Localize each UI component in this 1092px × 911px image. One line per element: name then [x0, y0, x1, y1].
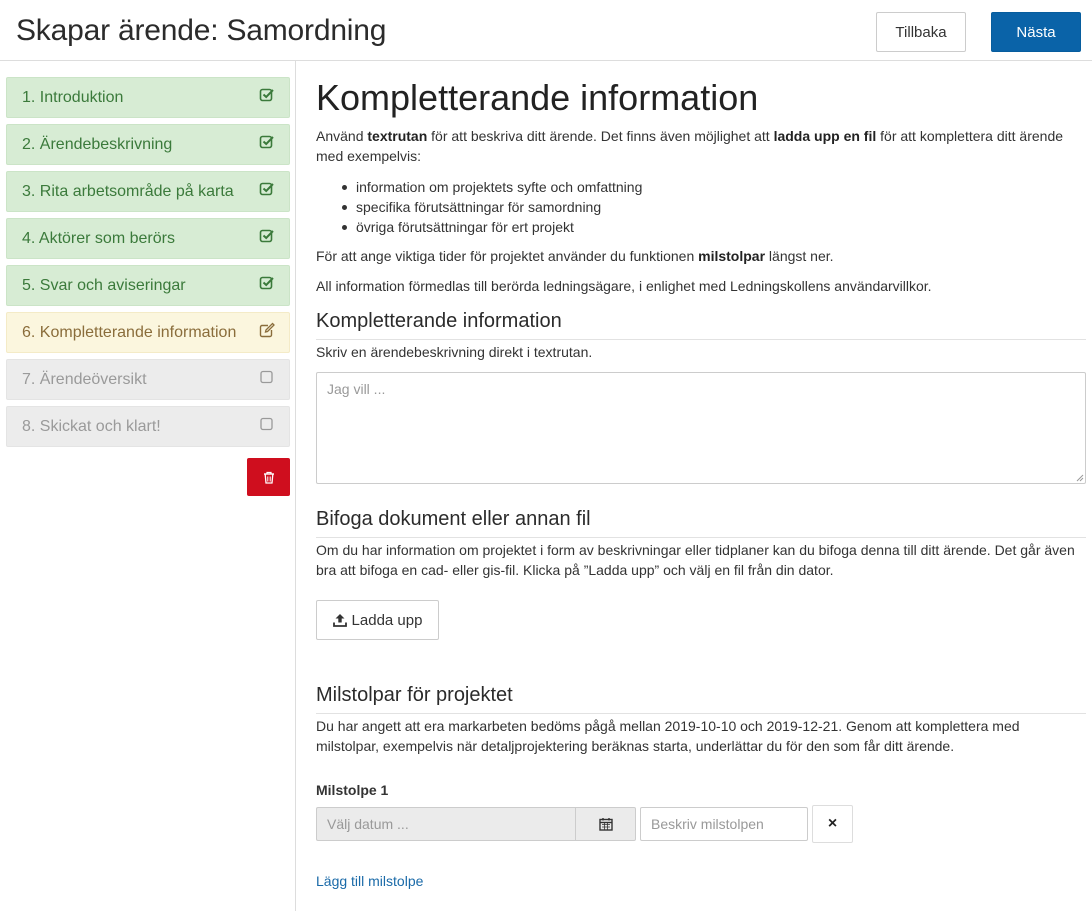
upload-icon [332, 614, 347, 627]
remove-milestone-button[interactable]: × [812, 805, 853, 843]
sidebar-step-case-description[interactable]: 2. Ärendebeskrivning [6, 124, 290, 165]
check-square-icon [259, 182, 274, 196]
upload-label: Ladda upp [351, 611, 423, 629]
sidebar-step-actors[interactable]: 4. Aktörer som berörs [6, 218, 290, 259]
milestone-date-input[interactable] [316, 807, 575, 841]
step-label: 8. Skickat och klart! [22, 417, 161, 435]
info-section-heading: Kompletterande information [316, 310, 1086, 340]
milestones-section-text: Du har angett att era markarbeten bedöms… [316, 718, 1020, 754]
attach-section-heading: Bifoga dokument eller annan fil [316, 508, 1086, 538]
check-square-icon [259, 229, 274, 243]
edit-icon [259, 322, 275, 338]
attach-section-text: Om du har information om projektet i for… [316, 542, 1075, 578]
step-label: 3. Rita arbetsområde på karta [22, 182, 234, 200]
step-label: 6. Kompletterande information [22, 323, 237, 341]
upload-button[interactable]: Ladda upp [316, 600, 439, 640]
milestone-label: Milstolpe 1 [316, 782, 389, 798]
intro-text: Använd textrutan för att beskriva ditt ä… [316, 128, 1064, 164]
page-header: Skapar ärende: Samordning Tillbaka Nästa [0, 0, 1092, 61]
step-label: 4. Aktörer som berörs [22, 229, 175, 247]
list-item: övriga förutsättningar för ert projekt [341, 217, 642, 237]
check-square-icon [259, 135, 274, 149]
milestone-note: För att ange viktiga tider för projektet… [316, 248, 834, 264]
step-label: 7. Ärendeöversikt [22, 370, 147, 388]
step-label: 1. Introduktion [22, 88, 124, 106]
milestones-section-heading: Milstolpar för projektet [316, 684, 1086, 714]
milestone-description-input[interactable] [640, 807, 808, 841]
description-textarea[interactable] [316, 372, 1086, 484]
list-item: information om projektets syfte och omfa… [341, 179, 643, 195]
sidebar-step-introduction[interactable]: 1. Introduktion [6, 77, 290, 118]
calendar-button[interactable] [575, 807, 636, 841]
example-list: information om projektets syfte och omfa… [341, 177, 643, 237]
back-button[interactable]: Tillbaka [876, 12, 966, 52]
add-milestone-link[interactable]: Lägg till milstolpe [316, 873, 423, 889]
step-label: 5. Svar och aviseringar [22, 276, 186, 294]
sidebar-step-replies[interactable]: 5. Svar och aviseringar [6, 265, 290, 306]
sidebar-step-sent[interactable]: 8. Skickat och klart! [6, 406, 290, 447]
calendar-icon [598, 818, 613, 831]
next-button[interactable]: Nästa [991, 12, 1081, 52]
main-heading: Kompletterande information [316, 77, 759, 118]
step-sidebar: 1. Introduktion 2. Ärendebeskrivning 3. … [0, 61, 296, 911]
resize-handle-icon[interactable] [1074, 472, 1084, 482]
page-title: Skapar ärende: Samordning [16, 14, 387, 47]
terms-text: All information förmedlas till berörda l… [316, 278, 932, 294]
delete-case-button[interactable] [247, 458, 290, 496]
check-square-icon [259, 88, 274, 102]
info-section-help: Skriv en ärendebeskrivning direkt i text… [316, 344, 593, 360]
empty-checkbox-icon [260, 370, 273, 384]
step-label: 2. Ärendebeskrivning [22, 135, 173, 153]
check-square-icon [259, 276, 274, 290]
sidebar-step-additional-info[interactable]: 6. Kompletterande information [6, 312, 290, 353]
sidebar-step-draw-area[interactable]: 3. Rita arbetsområde på karta [6, 171, 290, 212]
trash-icon [263, 471, 274, 484]
list-item: specifika förutsättningar för samordning [341, 197, 642, 217]
empty-checkbox-icon [260, 417, 273, 431]
sidebar-step-overview[interactable]: 7. Ärendeöversikt [6, 359, 290, 400]
